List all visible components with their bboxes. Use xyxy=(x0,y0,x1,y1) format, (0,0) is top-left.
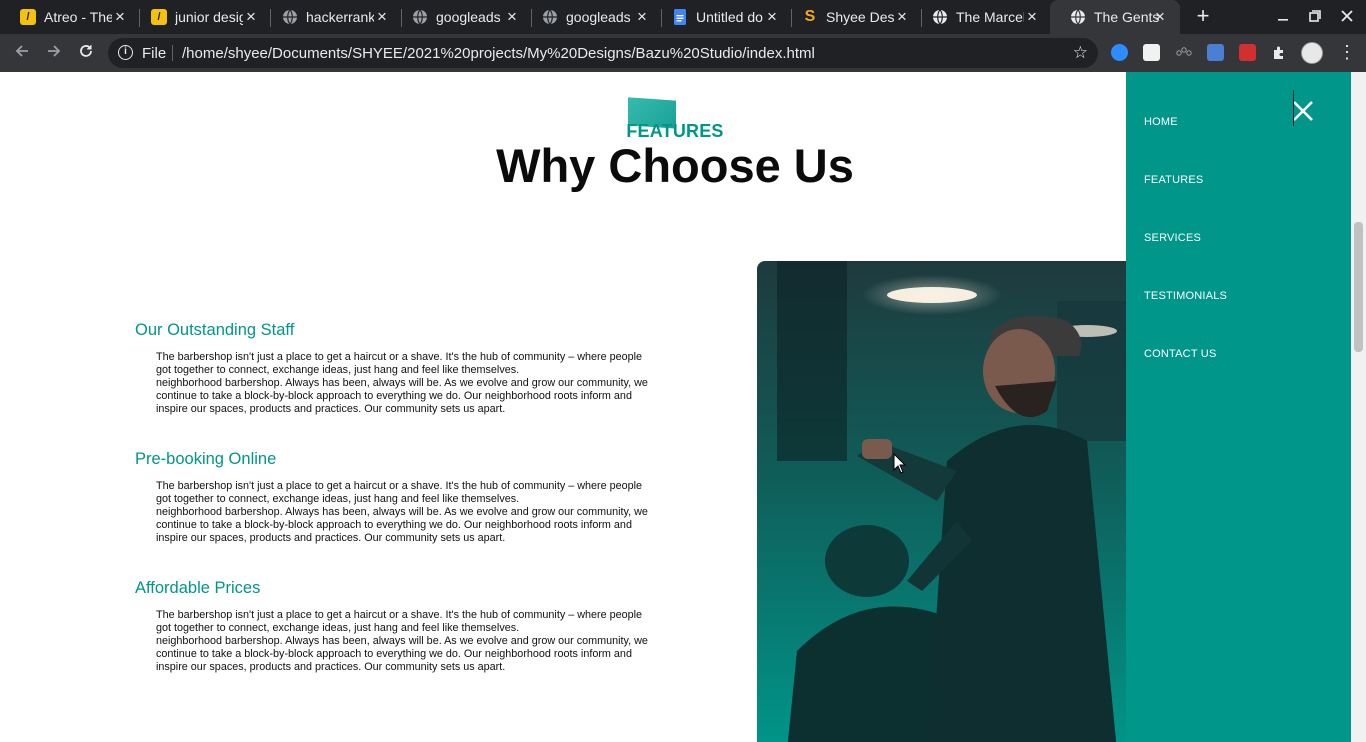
url-input[interactable] xyxy=(182,38,1042,68)
scrollbar-thumb[interactable] xyxy=(1354,222,1363,352)
new-tab-plus-icon[interactable]: + xyxy=(1192,5,1214,27)
back-arrow-icon[interactable] xyxy=(10,41,34,65)
nav-link-testimonials[interactable]: TESTIMONIALS xyxy=(1144,290,1227,302)
browser-tab[interactable]: / Atreo - The × xyxy=(0,0,140,34)
feature-body: The barbershop isn't just a place to get… xyxy=(156,351,648,415)
close-tab-icon[interactable]: × xyxy=(243,8,259,25)
globe-icon xyxy=(412,9,428,25)
browser-tab[interactable]: The Marcel × xyxy=(912,0,1052,34)
feature-title: Pre-booking Online xyxy=(135,450,277,468)
mouse-cursor-icon xyxy=(893,453,907,474)
side-nav-drawer: HOME FEATURES SERVICES TESTIMONIALS CONT… xyxy=(1126,72,1351,742)
tab-title: Untitled do xyxy=(696,9,763,25)
feature-item: Pre-booking Online The barbershop isn't … xyxy=(135,450,655,545)
tab-title: hackerrank xyxy=(306,9,374,25)
feature-item: Our Outstanding Staff The barbershop isn… xyxy=(135,321,655,416)
tab-title: junior desig xyxy=(175,9,243,25)
nav-link-contact-us[interactable]: CONTACT US xyxy=(1144,348,1217,360)
nav-link-services[interactable]: SERVICES xyxy=(1144,232,1201,244)
browser-toolbar: i File ☆ ⋮ xyxy=(0,34,1366,72)
site-info-icon[interactable]: i xyxy=(118,45,133,60)
puzzle-extensions-icon[interactable] xyxy=(1271,44,1288,61)
browser-tab[interactable]: googleads × xyxy=(392,0,532,34)
close-tab-icon[interactable]: × xyxy=(764,8,780,25)
barber-photo xyxy=(757,261,1157,742)
browser-tab[interactable]: / junior desig × xyxy=(131,0,271,34)
omnibox-divider xyxy=(172,45,173,61)
browser-tab[interactable]: S Shyee Desi × xyxy=(782,0,922,34)
tab-title: The Marcel xyxy=(956,9,1024,25)
red-extension-icon[interactable] xyxy=(1239,44,1256,61)
reload-icon[interactable] xyxy=(74,41,98,65)
google-docs-icon xyxy=(672,9,688,25)
close-window-icon[interactable] xyxy=(1336,6,1358,28)
browser-menu-icon[interactable]: ⋮ xyxy=(1338,42,1356,62)
feature-item: Affordable Prices The barbershop isn't j… xyxy=(135,579,655,674)
tab-title: googleads xyxy=(436,9,501,25)
close-tab-icon[interactable]: × xyxy=(1024,8,1040,25)
tab-title: Atreo - The xyxy=(44,9,112,25)
minimize-window-icon[interactable] xyxy=(1272,6,1294,28)
bookmark-star-icon[interactable]: ☆ xyxy=(1073,43,1088,63)
atreo-favicon-icon: / xyxy=(151,9,167,25)
globe-icon xyxy=(1070,9,1086,25)
globe-icon xyxy=(282,9,298,25)
feature-title: Our Outstanding Staff xyxy=(135,321,295,339)
browser-tab-strip: / Atreo - The × / junior desig × hackerr… xyxy=(0,0,1366,34)
profile-avatar[interactable] xyxy=(1301,42,1323,64)
browser-tab[interactable]: hackerrank × xyxy=(262,0,402,34)
atreo-favicon-icon: / xyxy=(20,9,36,25)
s-logo-icon: S xyxy=(804,8,816,25)
nav-link-home[interactable]: HOME xyxy=(1144,116,1178,128)
feature-body: The barbershop isn't just a place to get… xyxy=(156,480,648,544)
globe-icon xyxy=(542,9,558,25)
browser-tab[interactable]: googleads × xyxy=(522,0,662,34)
browser-tab[interactable]: Untitled do × xyxy=(652,0,792,34)
zoom-extension-icon[interactable] xyxy=(1111,44,1128,61)
feature-title: Affordable Prices xyxy=(135,579,261,597)
page-scrollbar[interactable] xyxy=(1351,72,1366,742)
dots-extension-icon[interactable] xyxy=(1175,44,1192,61)
close-tab-icon[interactable]: × xyxy=(1152,8,1168,25)
close-tab-icon[interactable]: × xyxy=(504,8,520,25)
restore-window-icon[interactable] xyxy=(1304,6,1326,28)
url-scheme-label: File xyxy=(142,45,167,62)
feature-body: The barbershop isn't just a place to get… xyxy=(156,609,648,673)
blank-extension-icon[interactable] xyxy=(1143,44,1160,61)
close-tab-icon[interactable]: × xyxy=(374,8,390,25)
close-tab-icon[interactable]: × xyxy=(112,8,128,25)
tab-title: Shyee Desi xyxy=(826,9,894,25)
tab-title: googleads xyxy=(566,9,631,25)
address-bar[interactable]: i File ☆ xyxy=(108,38,1098,68)
nav-link-features[interactable]: FEATURES xyxy=(1144,174,1203,186)
browser-tab-active[interactable]: The Gents × xyxy=(1050,0,1180,34)
globe-icon xyxy=(932,9,948,25)
screen-record-extension-icon[interactable] xyxy=(1207,44,1224,61)
close-tab-icon[interactable]: × xyxy=(894,8,910,25)
text-caret xyxy=(1293,90,1294,126)
forward-arrow-icon[interactable] xyxy=(42,41,66,65)
close-tab-icon[interactable]: × xyxy=(634,8,650,25)
